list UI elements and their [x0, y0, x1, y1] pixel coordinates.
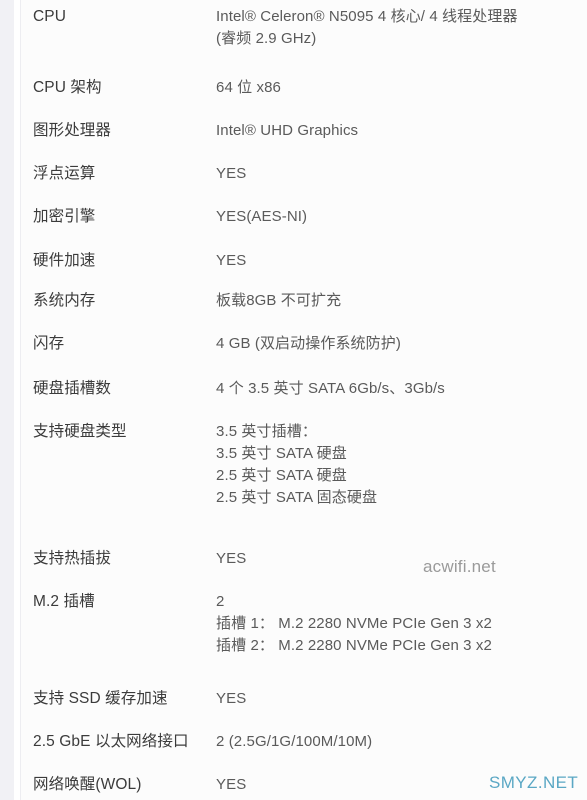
spec-label: 硬盘插槽数: [33, 380, 112, 397]
spec-value-line: 3.5 英寸 SATA 硬盘: [216, 445, 347, 462]
spec-value: 2 (2.5G/1G/100M/10M): [216, 731, 587, 753]
table-row: 闪存 4 GB (双启动操作系统防护): [21, 333, 587, 355]
spec-label: 浮点运算: [33, 165, 96, 182]
spec-label: 硬件加速: [33, 252, 96, 269]
table-row: 硬盘插槽数 4 个 3.5 英寸 SATA 6Gb/s、3Gb/s: [21, 378, 587, 400]
table-row: 图形处理器 Intel® UHD Graphics: [21, 120, 587, 142]
table-row: 加密引擎 YES(AES-NI): [21, 206, 587, 228]
spec-value-line: 4 个 3.5 英寸 SATA 6Gb/s、3Gb/s: [216, 380, 445, 397]
spec-label: 闪存: [33, 335, 65, 352]
spec-label: 2.5 GbE 以太网络接口: [33, 733, 189, 750]
spec-value-line: YES: [216, 690, 247, 707]
spec-value-line: 插槽 2： M.2 2280 NVMe PCIe Gen 3 x2: [216, 637, 492, 654]
table-row: 支持 SSD 缓存加速 YES: [21, 688, 587, 710]
spec-label: CPU: [33, 8, 67, 25]
table-row: 支持硬盘类型 3.5 英寸插槽： 3.5 英寸 SATA 硬盘 2.5 英寸 SATA…: [21, 421, 587, 509]
spec-value-line: YES: [216, 776, 247, 793]
spec-label: 图形处理器: [33, 122, 112, 139]
spec-value: Intel® Celeron® N5095 4 核心/ 4 线程处理器 (睿频 2…: [216, 6, 587, 50]
spec-value-line: Intel® UHD Graphics: [216, 122, 359, 139]
spec-value: YES: [216, 548, 587, 570]
table-row: 2.5 GbE 以太网络接口 2 (2.5G/1G/100M/10M): [21, 731, 587, 753]
spec-value-line: 板载8GB 不可扩充: [216, 292, 342, 309]
table-row: 网络唤醒(WOL) YES: [21, 774, 587, 796]
spec-value: 3.5 英寸插槽： 3.5 英寸 SATA 硬盘 2.5 英寸 SATA 硬盘 2.5…: [216, 421, 587, 509]
spec-page: CPU Intel® Celeron® N5095 4 核心/ 4 线程处理器 (睿…: [0, 0, 587, 800]
spec-value: YES: [216, 163, 587, 185]
spec-value: 板载8GB 不可扩充: [216, 290, 587, 312]
table-row: 支持热插拔 YES: [21, 548, 587, 570]
spec-value-line: 4 GB (双启动操作系统防护): [216, 335, 401, 352]
spec-value-line: 2.5 英寸 SATA 硬盘: [216, 467, 347, 484]
spec-value-line: 3.5 英寸插槽：: [216, 423, 317, 440]
spec-value: 4 个 3.5 英寸 SATA 6Gb/s、3Gb/s: [216, 378, 587, 400]
spec-value: Intel® UHD Graphics: [216, 120, 587, 142]
spec-label: 支持硬盘类型: [33, 423, 127, 440]
spec-value: 2 插槽 1： M.2 2280 NVMe PCIe Gen 3 x2 插槽 2： …: [216, 591, 587, 657]
spec-value: 64 位 x86: [216, 77, 587, 99]
table-row: 系统内存 板载8GB 不可扩充: [21, 290, 587, 312]
spec-value-line: 2 (2.5G/1G/100M/10M): [216, 733, 373, 750]
spec-label: CPU 架构: [33, 79, 102, 96]
spec-value: 4 GB (双启动操作系统防护): [216, 333, 587, 355]
spec-value-line: 2: [216, 593, 225, 610]
spec-label: 支持热插拔: [33, 550, 112, 567]
page-edge-strip: [0, 0, 14, 800]
spec-value: YES: [216, 774, 587, 796]
spec-value-line: YES(AES-NI): [216, 208, 308, 225]
spec-value-line: 插槽 1： M.2 2280 NVMe PCIe Gen 3 x2: [216, 615, 492, 632]
spec-value: YES(AES-NI): [216, 206, 587, 228]
spec-value-line: YES: [216, 550, 247, 567]
spec-label: 加密引擎: [33, 208, 96, 225]
spec-table: CPU Intel® Celeron® N5095 4 核心/ 4 线程处理器 (睿…: [21, 0, 587, 800]
spec-value-line: 64 位 x86: [216, 79, 282, 96]
spec-label: 系统内存: [33, 292, 96, 309]
spec-value-line: YES: [216, 252, 247, 269]
spec-value-line: (睿频 2.9 GHz): [216, 30, 317, 47]
table-row: CPU 架构 64 位 x86: [21, 77, 587, 99]
table-row: M.2 插槽 2 插槽 1： M.2 2280 NVMe PCIe Gen 3 x2…: [21, 591, 587, 657]
table-row: 浮点运算 YES: [21, 163, 587, 185]
spec-value-line: Intel® Celeron® N5095 4 核心/ 4 线程处理器: [216, 8, 518, 25]
spec-value-line: 2.5 英寸 SATA 固态硬盘: [216, 489, 378, 506]
spec-label: M.2 插槽: [33, 593, 95, 610]
spec-value: YES: [216, 250, 587, 272]
spec-label: 网络唤醒(WOL): [33, 776, 142, 793]
spec-value-line: YES: [216, 165, 247, 182]
table-row: CPU Intel® Celeron® N5095 4 核心/ 4 线程处理器 (睿…: [21, 6, 587, 50]
table-row: 硬件加速 YES: [21, 250, 587, 272]
spec-value: YES: [216, 688, 587, 710]
spec-label: 支持 SSD 缓存加速: [33, 690, 168, 707]
